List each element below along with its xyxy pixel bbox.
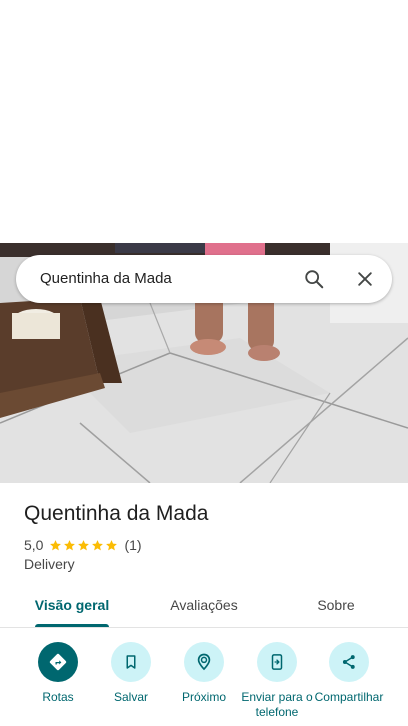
send-to-phone-button[interactable]: Enviar para o telefone [241, 642, 313, 726]
star-icon [92, 539, 104, 550]
search-input[interactable]: Quentinha da Mada [40, 255, 172, 303]
directions-label: Rotas [42, 690, 74, 704]
star-icon [64, 539, 76, 550]
star-icon [78, 539, 90, 550]
star-icon [106, 539, 118, 550]
save-label: Salvar [113, 690, 148, 704]
tab-reviews[interactable]: Avaliações [156, 584, 252, 626]
send-to-phone-label: Enviar para o telefone [241, 690, 313, 719]
share-label: Compartilhar [314, 690, 384, 704]
search-icon[interactable] [292, 255, 336, 303]
rating-row[interactable]: 5,0 (1) [24, 536, 142, 554]
nearby-icon [184, 642, 224, 682]
share-icon [329, 642, 369, 682]
tab-about[interactable]: Sobre [296, 584, 376, 626]
directions-icon [38, 642, 78, 682]
place-title: Quentinha da Mada [24, 502, 209, 525]
rating-stars [49, 539, 119, 552]
rating-value: 5,0 [24, 537, 44, 553]
tab-overview[interactable]: Visão geral [24, 584, 120, 626]
save-button[interactable]: Salvar [95, 642, 167, 726]
directions-button[interactable]: Rotas [22, 642, 94, 726]
tab-bar: Visão geral Avaliações Sobre [0, 584, 408, 628]
review-count[interactable]: (1) [124, 537, 141, 553]
share-button[interactable]: Compartilhar [313, 642, 385, 726]
nearby-button[interactable]: Próximo [168, 642, 240, 726]
send-to-phone-icon [257, 642, 297, 682]
nearby-label: Próximo [181, 690, 226, 704]
map-area-blank [0, 0, 408, 243]
close-icon[interactable] [343, 255, 387, 303]
tabs-divider [0, 627, 408, 628]
place-category: Delivery [24, 556, 75, 572]
star-icon [50, 539, 62, 550]
search-bar[interactable]: Quentinha da Mada [16, 255, 392, 303]
bookmark-icon [111, 642, 151, 682]
